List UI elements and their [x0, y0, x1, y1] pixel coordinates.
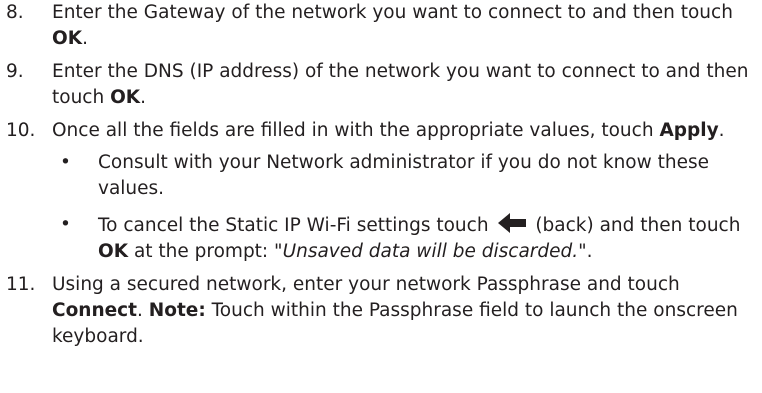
bullet-text: Consult with your Network administrator … — [98, 152, 710, 199]
connect-label: Connect — [52, 300, 137, 321]
bullet-dot: • — [60, 214, 71, 235]
step-text-end: . — [718, 120, 725, 141]
step-number: 9. — [6, 61, 24, 82]
instruction-list: 8. Enter the Gateway of the network you … — [0, 0, 762, 357]
step-text: Using a secured network, enter your netw… — [52, 274, 680, 295]
step-text: Enter the DNS (IP address) of the networ… — [52, 61, 749, 108]
bullet-text: at the prompt: " — [128, 241, 283, 262]
step-number: 11. — [6, 274, 36, 295]
prompt-message: Unsaved data will be discarded. — [282, 241, 579, 262]
step-9: 9. Enter the DNS (IP address) of the net… — [0, 59, 762, 111]
step-text-end: . — [82, 28, 88, 49]
note-label: Note: — [148, 300, 206, 321]
step-10: 10. Once all the fields are filled in wi… — [0, 118, 762, 265]
step-text: Once all the fields are filled in with t… — [52, 120, 660, 141]
step-11: 11. Using a secured network, enter your … — [0, 272, 762, 350]
step-8: 8. Enter the Gateway of the network you … — [0, 0, 762, 52]
step-text-end: . — [140, 87, 147, 108]
bullet-text: (back) and then touch — [529, 215, 741, 236]
bullet-cancel: • To cancel the Static IP Wi-Fi settings… — [52, 212, 762, 265]
apply-label: Apply — [659, 120, 719, 141]
ok-label: OK — [98, 241, 129, 262]
bullet-text: To cancel the Static IP Wi-Fi settings t… — [98, 215, 495, 236]
bullet-dot: • — [60, 152, 71, 173]
ok-label: OK — [110, 87, 141, 108]
step-number: 8. — [6, 2, 24, 23]
back-arrow-icon — [498, 213, 527, 233]
step-10-sublist: • Consult with your Network administrato… — [52, 150, 762, 265]
step-text: . — [136, 300, 149, 321]
step-number: 10. — [6, 120, 36, 141]
step-text: Enter the Gateway of the network you wan… — [52, 2, 733, 23]
bullet-consult: • Consult with your Network administrato… — [52, 150, 762, 202]
bullet-text-end: ". — [578, 241, 593, 262]
ok-label: OK — [52, 28, 83, 49]
